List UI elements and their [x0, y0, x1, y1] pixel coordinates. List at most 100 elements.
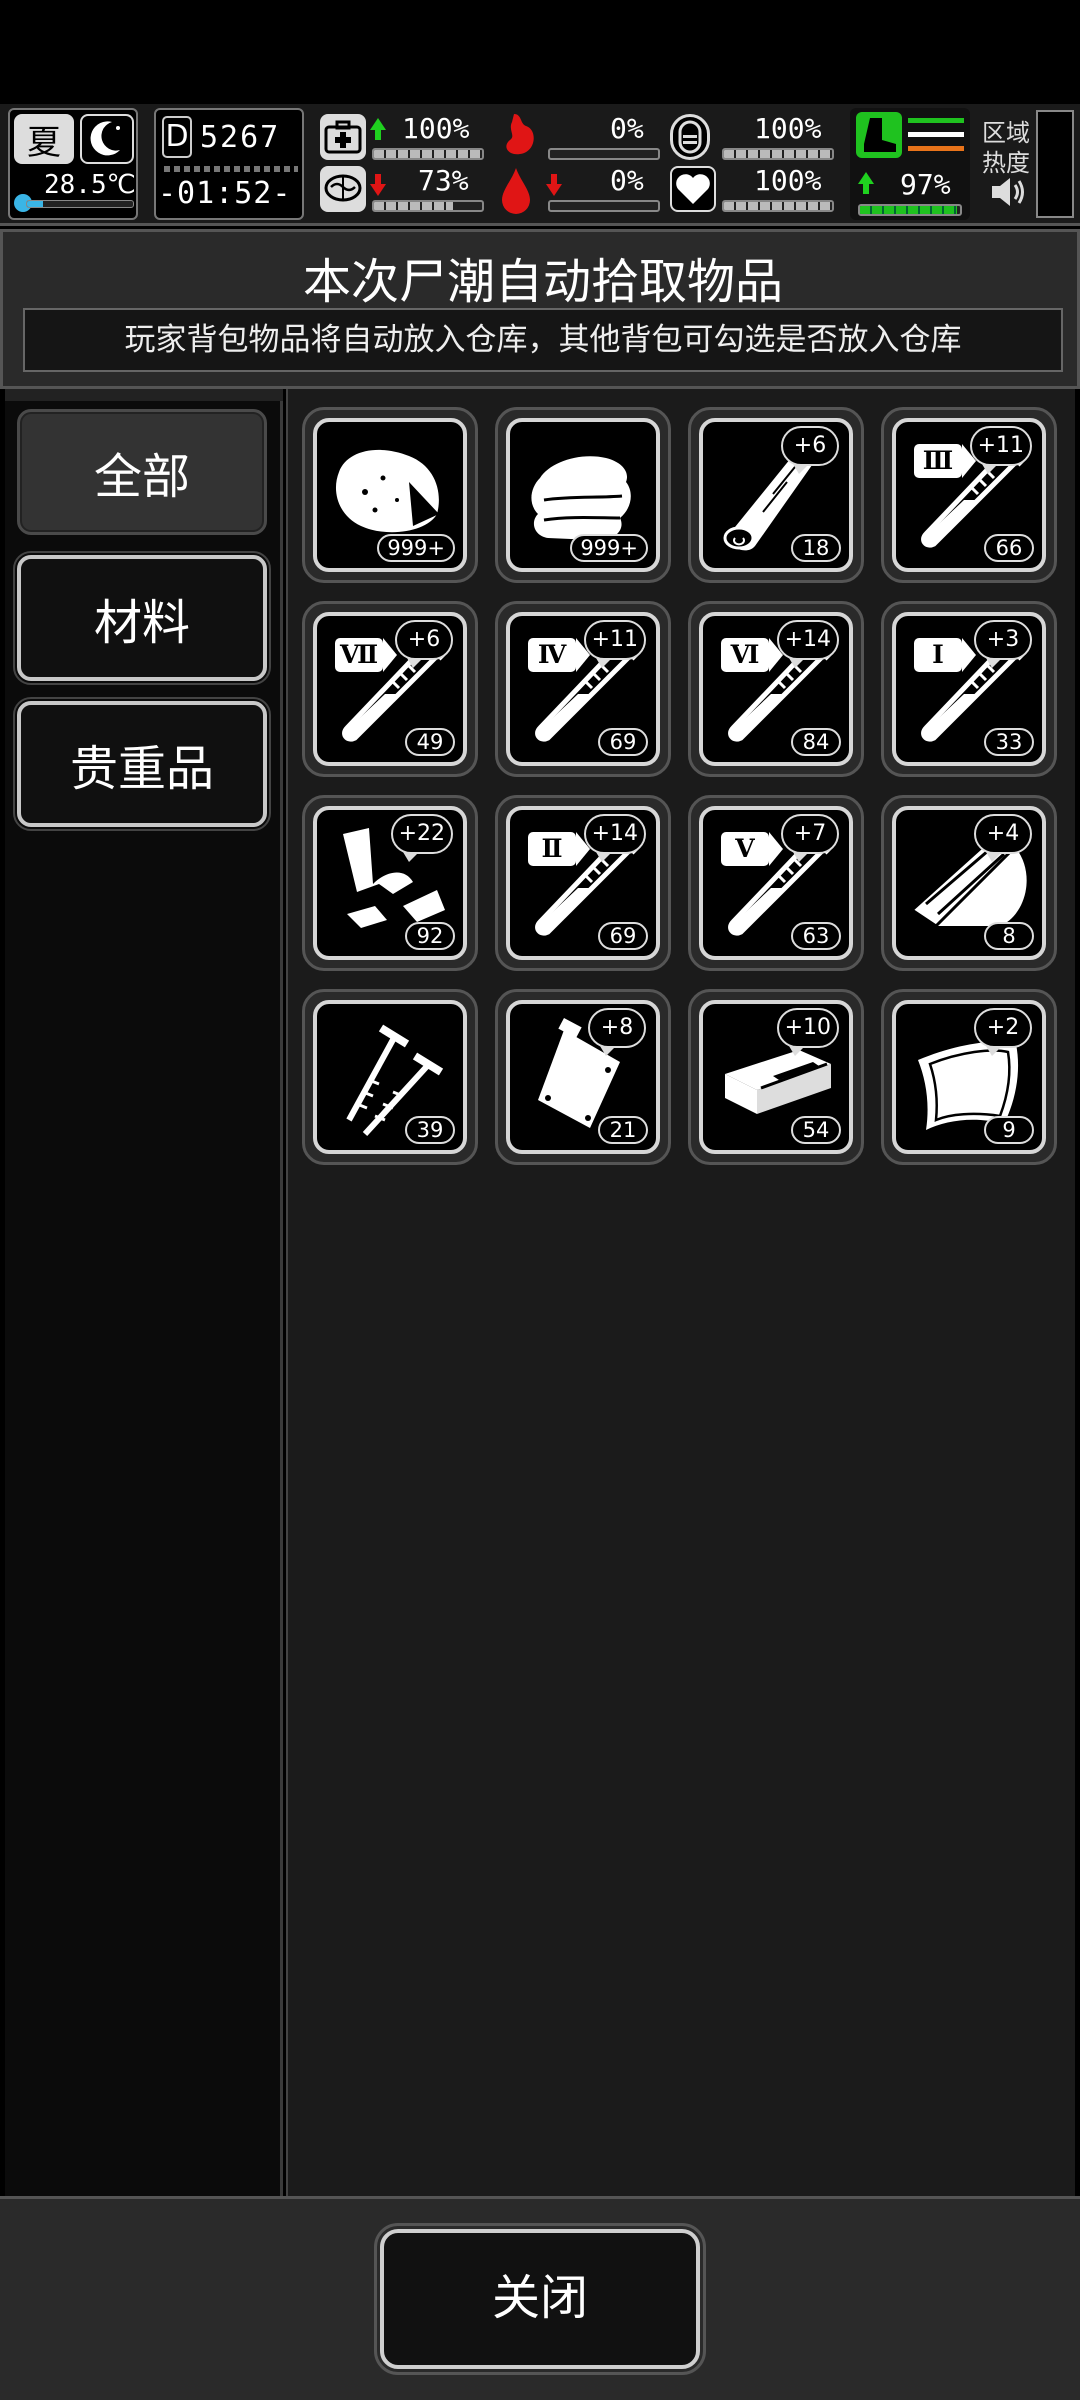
blood-down-arrow [546, 174, 562, 196]
sidebar-divider [5, 389, 283, 401]
energy-value: 97% [900, 168, 951, 201]
stomach-bar [548, 148, 660, 160]
tier-badge: Ⅱ [528, 832, 590, 866]
day-prefix: D [162, 116, 192, 158]
item-slot-frame: Ⅶ +6 49 [313, 612, 467, 766]
day-divider [164, 166, 298, 172]
energy-lines [908, 118, 964, 152]
bonus-bubble: +6 [395, 620, 453, 668]
item-slot[interactable]: +22 92 [302, 795, 478, 971]
tab-materials-label: 材料 [93, 595, 190, 651]
bonus-bubble: +14 [583, 814, 646, 862]
item-slot[interactable]: Ⅰ +3 33 [881, 601, 1057, 777]
health-value: 100% [402, 112, 470, 145]
sound-icon[interactable] [988, 172, 1028, 212]
tab-valuables-label: 贵重品 [69, 741, 214, 797]
item-slot-frame: +6 18 [699, 418, 853, 572]
stamina-icon [670, 114, 710, 160]
status-hud: 夏 28.5℃ D 5267 -01:52- 100% 0% 100% 73% [0, 104, 1080, 226]
clock-time: -01:52- [158, 176, 292, 211]
tier-badge: Ⅶ [335, 638, 398, 672]
bonus-bubble: +14 [776, 620, 839, 668]
item-slot[interactable]: Ⅲ +11 66 [881, 407, 1057, 583]
mental-bar [372, 200, 484, 212]
item-slot[interactable]: +10 54 [688, 989, 864, 1165]
item-slot[interactable]: +4 8 [881, 795, 1057, 971]
item-count: 49 [405, 728, 455, 756]
region-heat-label: 区域热度 [982, 119, 1030, 177]
bonus-bubble: +6 [781, 426, 839, 474]
item-slot-frame: Ⅰ +3 33 [892, 612, 1046, 766]
day-count: 5267 [200, 120, 281, 155]
item-slot[interactable]: +6 18 [688, 407, 864, 583]
item-slot-frame: Ⅲ +11 66 [892, 418, 1046, 572]
blood-value: 0% [610, 164, 644, 197]
item-slot[interactable]: Ⅶ +6 49 [302, 601, 478, 777]
heart-value: 100% [754, 164, 822, 197]
item-count: 84 [791, 728, 841, 756]
blood-bar [548, 200, 660, 212]
item-slot[interactable]: Ⅵ +14 84 [688, 601, 864, 777]
tab-materials[interactable]: 材料 [13, 551, 271, 685]
item-slot-frame: Ⅱ +14 69 [506, 806, 660, 960]
item-count: 999+ [377, 534, 455, 562]
tier-badge: Ⅴ [721, 832, 783, 866]
item-grid: 999+ 999+ +6 18 Ⅲ +11 66 Ⅶ +6 49 Ⅳ +11 69 Ⅵ +14 84 Ⅰ +3 33… [286, 389, 1075, 2196]
bonus-bubble: +4 [974, 814, 1032, 862]
item-count: 21 [598, 1116, 648, 1144]
dialog-footer: 关闭 [0, 2196, 1080, 2400]
item-count: 33 [984, 728, 1034, 756]
page-subtitle: 玩家背包物品将自动放入仓库，其他背包可勾选是否放入仓库 [23, 308, 1063, 372]
item-count: 999+ [570, 534, 648, 562]
moon-icon [80, 114, 134, 164]
tier-badge: Ⅲ [914, 444, 976, 478]
item-slot[interactable]: +8 21 [495, 989, 671, 1165]
tier-badge: Ⅵ [721, 638, 783, 672]
season-label: 夏 [27, 122, 61, 163]
item-slot[interactable]: 999+ [495, 407, 671, 583]
item-slot[interactable]: Ⅴ +7 63 [688, 795, 864, 971]
energy-panel: 97% [850, 108, 970, 220]
tab-valuables[interactable]: 贵重品 [13, 697, 271, 831]
heart-bar [722, 200, 834, 212]
item-count: 66 [984, 534, 1034, 562]
item-count: 54 [791, 1116, 841, 1144]
close-button[interactable]: 关闭 [374, 2223, 706, 2375]
energy-up-arrow [858, 172, 874, 194]
item-count: 69 [598, 728, 648, 756]
item-slot[interactable]: Ⅱ +14 69 [495, 795, 671, 971]
item-slot-frame: +2 9 [892, 1000, 1046, 1154]
dialog-header: 本次尸潮自动拾取物品 玩家背包物品将自动放入仓库，其他背包可勾选是否放入仓库 [0, 229, 1080, 389]
heart-icon [670, 166, 716, 212]
bonus-bubble: +3 [974, 620, 1032, 668]
item-count: 63 [791, 922, 841, 950]
tab-all-label: 全部 [93, 449, 190, 505]
page-title: 本次尸潮自动拾取物品 [302, 254, 783, 310]
item-slot-frame: Ⅵ +14 84 [699, 612, 853, 766]
item-slot-frame: Ⅳ +11 69 [506, 612, 660, 766]
bonus-bubble: +22 [390, 814, 453, 862]
item-count: 18 [791, 534, 841, 562]
item-slot[interactable]: Ⅳ +11 69 [495, 601, 671, 777]
mental-down-arrow [370, 174, 386, 196]
bonus-bubble: +7 [781, 814, 839, 862]
item-count: 8 [984, 922, 1034, 950]
bonus-bubble: +2 [974, 1008, 1032, 1056]
item-slot[interactable]: +2 9 [881, 989, 1057, 1165]
item-count: 69 [598, 922, 648, 950]
item-count: 9 [984, 1116, 1034, 1144]
tab-all[interactable]: 全部 [17, 409, 267, 535]
item-slot-frame: +10 54 [699, 1000, 853, 1154]
bonus-bubble: +8 [588, 1008, 646, 1056]
item-slot[interactable]: 39 [302, 989, 478, 1165]
item-slot-frame: Ⅴ +7 63 [699, 806, 853, 960]
bonus-bubble: +10 [776, 1008, 839, 1056]
item-slot-frame: +4 8 [892, 806, 1046, 960]
status-bar-area [0, 0, 1080, 104]
health-up-arrow [370, 118, 386, 140]
energy-bar [858, 204, 962, 216]
item-count: 92 [405, 922, 455, 950]
medkit-icon [320, 114, 366, 160]
item-slot[interactable]: 999+ [302, 407, 478, 583]
tier-badge: Ⅳ [528, 638, 590, 672]
